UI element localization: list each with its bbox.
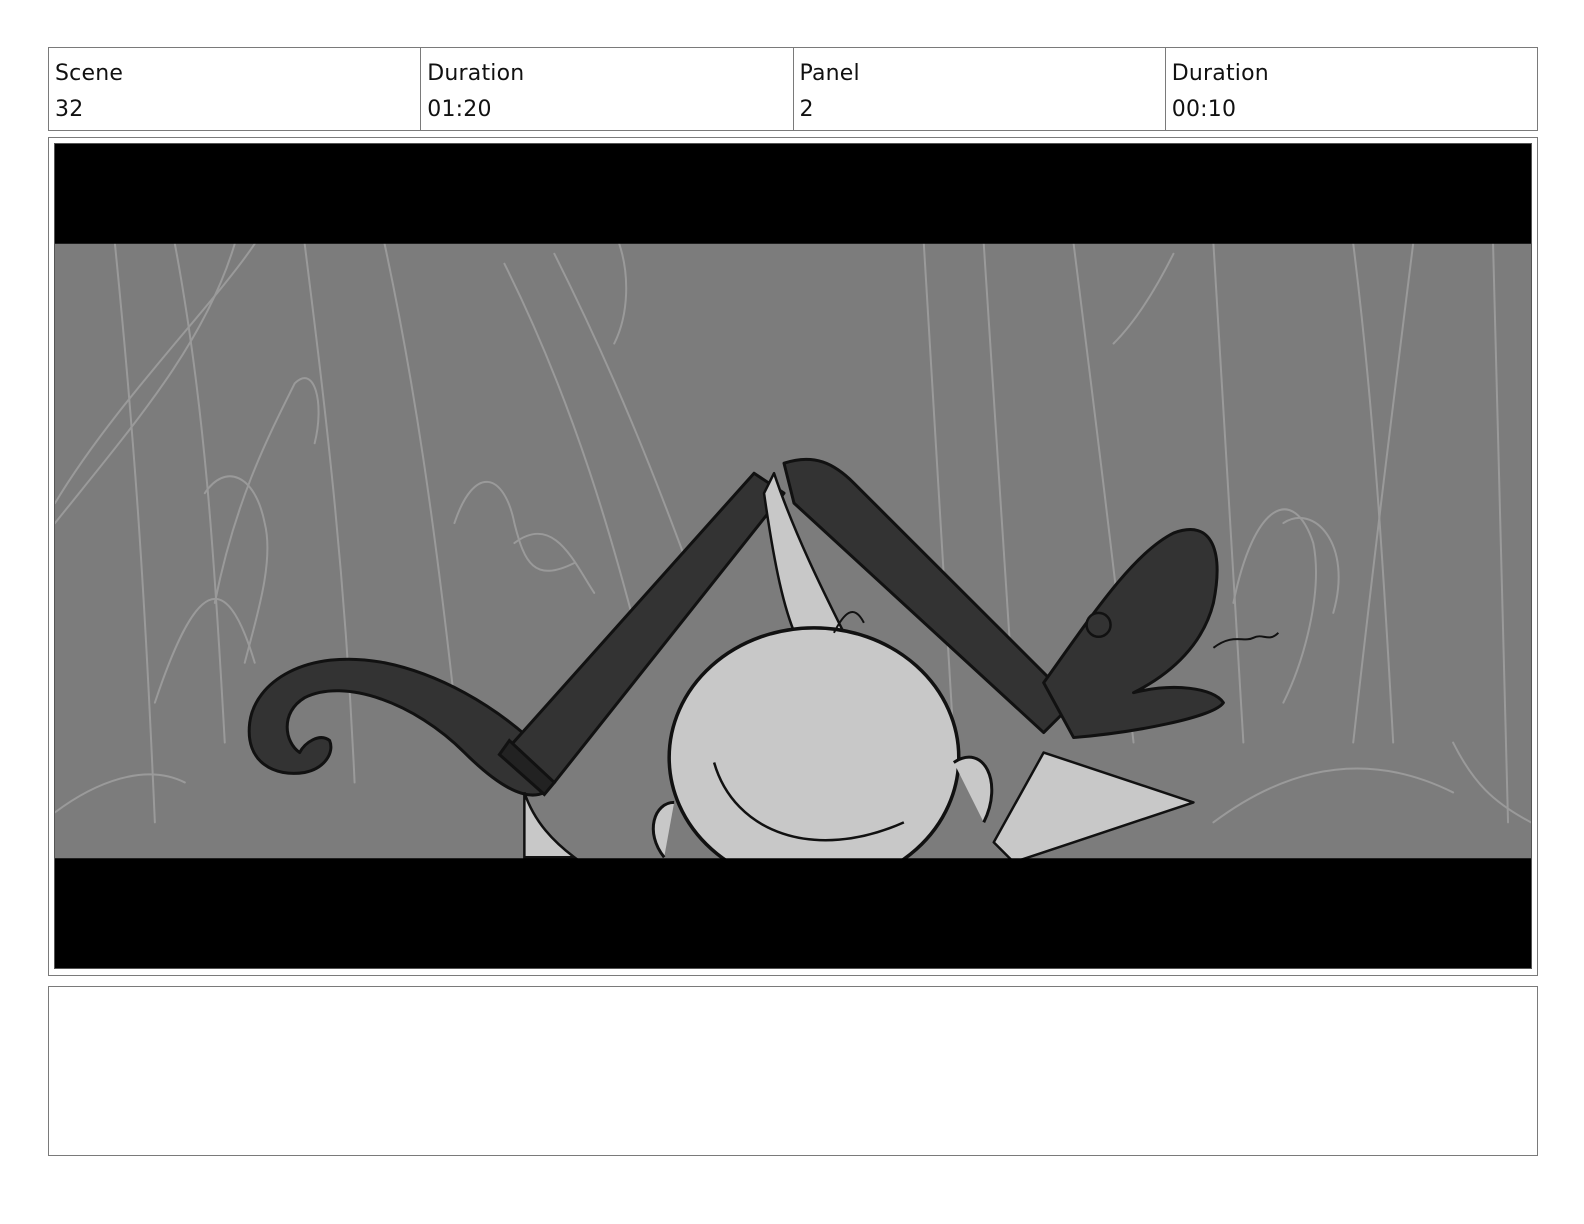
scene-cell: Scene 32 bbox=[49, 48, 422, 130]
scene-duration-label: Duration bbox=[427, 61, 525, 86]
scene-duration-cell: Duration 01:20 bbox=[421, 48, 794, 130]
panel-info-table: Scene 32 Duration 01:20 Panel 2 Duration… bbox=[48, 47, 1538, 131]
sketch-illustration bbox=[55, 144, 1531, 968]
storyboard-frame bbox=[48, 137, 1538, 976]
scene-label: Scene bbox=[55, 61, 124, 86]
scene-value: 32 bbox=[55, 97, 84, 122]
panel-duration-label: Duration bbox=[1171, 61, 1269, 86]
panel-label: Panel bbox=[799, 61, 860, 86]
top-letterbox-bar bbox=[55, 144, 1531, 244]
action-notes-box[interactable] bbox=[48, 986, 1538, 1156]
panel-cell: Panel 2 bbox=[794, 48, 1166, 130]
panel-duration-value: 00:10 bbox=[1171, 97, 1237, 122]
panel-drawing bbox=[54, 143, 1532, 969]
panel-value: 2 bbox=[799, 97, 814, 122]
action-notes-text bbox=[49, 987, 1537, 1007]
scene-duration-value: 01:20 bbox=[427, 97, 492, 122]
panel-duration-cell: Duration 00:10 bbox=[1166, 48, 1537, 130]
bottom-letterbox-bar bbox=[55, 858, 1531, 968]
